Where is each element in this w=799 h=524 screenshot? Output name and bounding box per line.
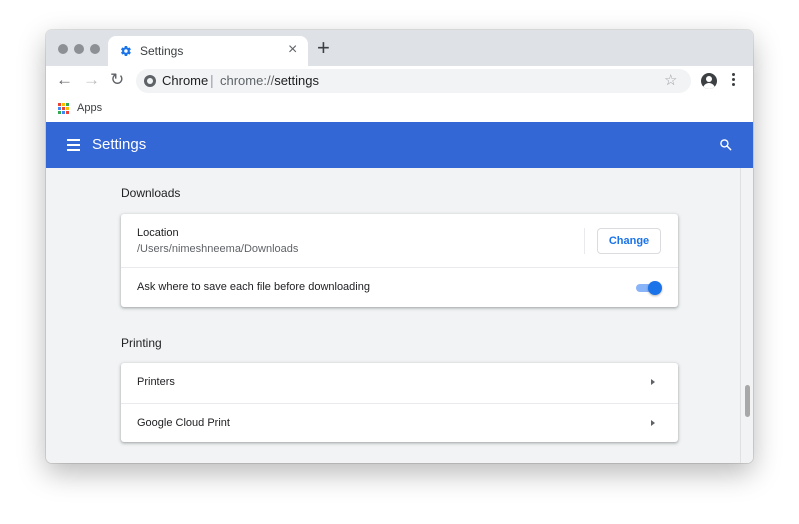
location-path: /Users/nimeshneema/Downloads xyxy=(137,243,299,255)
downloads-section-title: Downloads xyxy=(121,186,181,200)
scrollbar[interactable] xyxy=(740,168,753,463)
minimize-window-button[interactable] xyxy=(74,44,84,54)
address-separator: | xyxy=(210,72,214,88)
google-cloud-print-label: Google Cloud Print xyxy=(137,417,230,429)
address-url: chrome://settings xyxy=(220,73,319,88)
close-window-button[interactable] xyxy=(58,44,68,54)
browser-toolbar: ← → ↻ Chrome | chrome://settings ☆ xyxy=(46,66,753,96)
hamburger-icon[interactable] xyxy=(67,139,80,151)
bookmark-star-icon[interactable]: ☆ xyxy=(664,71,677,89)
arrow-right-icon xyxy=(651,420,655,426)
tab-settings[interactable]: Settings × xyxy=(108,36,308,66)
tab-title: Settings xyxy=(140,44,184,58)
settings-content: Downloads Location /Users/nimeshneema/Do… xyxy=(46,168,753,463)
ask-before-download-row[interactable]: Ask where to save each file before downl… xyxy=(121,267,678,307)
downloads-card: Location /Users/nimeshneema/Downloads Ch… xyxy=(121,214,678,307)
ask-before-download-toggle[interactable] xyxy=(636,281,662,295)
close-tab-icon[interactable]: × xyxy=(288,41,297,59)
arrow-right-icon xyxy=(651,379,655,385)
row-divider xyxy=(584,228,585,254)
list-item-printers[interactable]: Printers xyxy=(121,363,678,403)
reload-icon[interactable]: ↻ xyxy=(110,71,124,89)
back-arrow-icon[interactable]: ← xyxy=(56,71,73,89)
chrome-logo-icon xyxy=(144,75,156,87)
zoom-window-button[interactable] xyxy=(90,44,100,54)
change-location-button[interactable]: Change xyxy=(597,228,661,254)
printing-card: Printers Google Cloud Print xyxy=(121,363,678,442)
printing-section-title: Printing xyxy=(121,336,162,350)
browser-window: Settings × + ← → ↻ Chrome | chrome://set… xyxy=(46,30,753,463)
printers-label: Printers xyxy=(137,376,175,388)
search-icon[interactable] xyxy=(719,138,732,151)
site-chip-label: Chrome xyxy=(162,73,209,88)
location-label: Location xyxy=(137,227,179,239)
forward-arrow-icon[interactable]: → xyxy=(83,71,100,89)
tab-strip: Settings × + xyxy=(46,30,753,66)
location-row: Location /Users/nimeshneema/Downloads Ch… xyxy=(121,214,678,267)
ask-before-download-label: Ask where to save each file before downl… xyxy=(137,281,370,293)
new-tab-button[interactable]: + xyxy=(317,37,330,59)
list-item-google-cloud-print[interactable]: Google Cloud Print xyxy=(121,403,678,442)
apps-bookmark-label[interactable]: Apps xyxy=(77,102,102,114)
url-host: settings xyxy=(274,73,319,88)
scrollbar-thumb[interactable] xyxy=(745,385,750,417)
more-vert-icon[interactable] xyxy=(732,73,736,89)
apps-grid-icon[interactable] xyxy=(58,103,69,114)
page-title: Settings xyxy=(92,136,147,153)
settings-header: Settings xyxy=(46,122,753,168)
gear-icon xyxy=(121,45,131,57)
bookmarks-bar: Apps xyxy=(46,96,753,122)
url-scheme: chrome:// xyxy=(220,73,275,88)
account-circle-icon[interactable] xyxy=(701,73,717,89)
address-bar[interactable]: Chrome | chrome://settings ☆ xyxy=(136,69,691,93)
